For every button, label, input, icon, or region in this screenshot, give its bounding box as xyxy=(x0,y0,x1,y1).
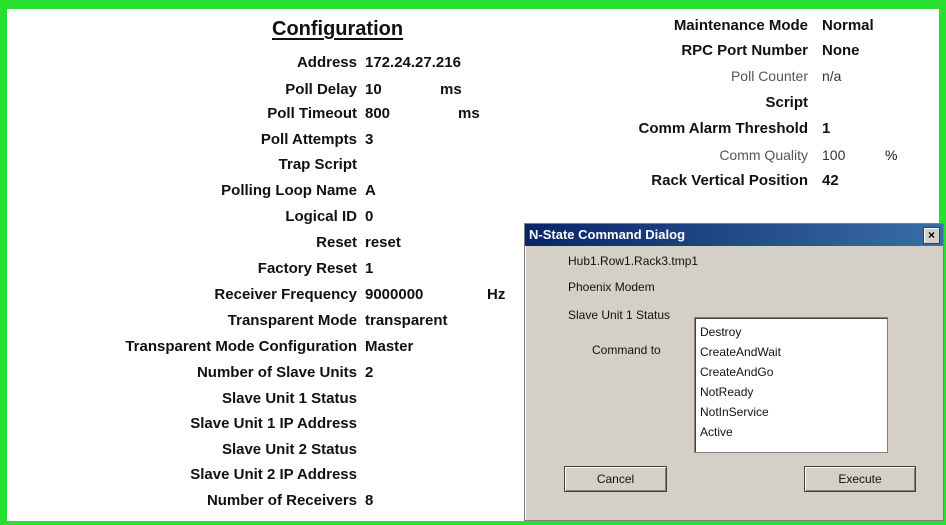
close-icon[interactable]: × xyxy=(923,227,940,244)
field-slave-unit-1-ip: Slave Unit 1 IP Address xyxy=(0,413,470,434)
field-value: Normal xyxy=(822,17,874,34)
field-transparent-mode-configuration: Transparent Mode Configuration Master xyxy=(0,336,470,357)
field-label: Script xyxy=(765,94,808,111)
field-poll-counter: Poll Counter n/a xyxy=(0,66,900,87)
list-item[interactable]: CreateAndGo xyxy=(700,362,887,382)
field-value: 8 xyxy=(365,492,374,509)
field-label: Number of Receivers xyxy=(206,492,357,509)
field-label: Poll Counter xyxy=(730,68,808,84)
field-slave-unit-2-ip: Slave Unit 2 IP Address xyxy=(0,464,470,485)
field-label: Receiver Frequency xyxy=(214,286,357,303)
list-item[interactable]: Destroy xyxy=(700,322,887,342)
field-logical-id: Logical ID 0 xyxy=(0,206,470,227)
field-label: Comm Quality xyxy=(719,147,808,163)
field-label: Factory Reset xyxy=(257,260,357,277)
field-value: 9000000 xyxy=(365,286,424,303)
list-item[interactable]: CreateAndWait xyxy=(700,342,887,362)
field-rpc-port-number: RPC Port Number None xyxy=(0,40,900,61)
field-reset: Reset reset xyxy=(0,232,470,253)
field-value: reset xyxy=(365,234,401,251)
field-value: None xyxy=(822,42,860,59)
field-value: 1 xyxy=(365,260,374,277)
execute-button[interactable]: Execute xyxy=(804,466,916,492)
command-to-label: Command to xyxy=(592,343,661,357)
dialog-attribute: Slave Unit 1 Status xyxy=(568,308,671,322)
field-value: 2 xyxy=(365,364,374,381)
dialog-titlebar[interactable]: N-State Command Dialog × xyxy=(525,224,943,246)
field-label: RPC Port Number xyxy=(681,42,808,59)
field-rack-vertical-position: Rack Vertical Position 42 xyxy=(0,170,900,191)
dialog-device: Phoenix Modem xyxy=(568,280,655,294)
field-label: Slave Unit 2 IP Address xyxy=(190,466,357,483)
field-receiver-frequency: Receiver Frequency 9000000 Hz xyxy=(0,284,520,305)
field-unit: Hz xyxy=(487,286,506,303)
field-label: Slave Unit 1 IP Address xyxy=(190,415,357,432)
field-label: Rack Vertical Position xyxy=(651,172,808,189)
field-comm-alarm-threshold: Comm Alarm Threshold 1 xyxy=(0,118,900,139)
field-slave-unit-1-status: Slave Unit 1 Status xyxy=(0,388,470,409)
list-item[interactable]: NotInService xyxy=(700,402,887,422)
field-unit: % xyxy=(885,147,898,163)
field-label: Number of Slave Units xyxy=(196,364,357,381)
field-label: Slave Unit 2 Status xyxy=(221,441,357,458)
field-label: Logical ID xyxy=(285,208,357,225)
field-value: 0 xyxy=(365,208,374,225)
field-value: 1 xyxy=(822,120,831,137)
field-value: Master xyxy=(365,338,414,355)
command-listbox[interactable]: Destroy CreateAndWait CreateAndGo NotRea… xyxy=(694,317,888,453)
field-label: Transparent Mode Configuration xyxy=(125,338,357,355)
field-comm-quality: Comm Quality 100 % xyxy=(0,145,900,166)
field-factory-reset: Factory Reset 1 xyxy=(0,258,470,279)
dialog-path: Hub1.Row1.Rack3.tmp1 xyxy=(568,254,699,268)
field-value: n/a xyxy=(822,68,842,84)
field-maintenance-mode: Maintenance Mode Normal xyxy=(0,15,900,36)
field-label: Transparent Mode xyxy=(227,312,357,329)
list-item[interactable]: NotReady xyxy=(700,382,887,402)
field-label: Comm Alarm Threshold xyxy=(638,120,808,137)
field-label: Reset xyxy=(316,234,357,251)
field-label: Maintenance Mode xyxy=(673,17,808,34)
field-number-of-receivers: Number of Receivers 8 xyxy=(0,490,470,511)
field-value: transparent xyxy=(365,312,448,329)
list-item[interactable]: Active xyxy=(700,422,887,442)
field-slave-unit-2-status: Slave Unit 2 Status xyxy=(0,439,470,460)
field-value: 100 xyxy=(822,147,846,163)
field-transparent-mode: Transparent Mode transparent xyxy=(0,310,470,331)
field-value: 42 xyxy=(822,172,839,189)
field-number-of-slave-units: Number of Slave Units 2 xyxy=(0,362,470,383)
field-label: Slave Unit 1 Status xyxy=(221,390,357,407)
field-script: Script xyxy=(0,92,900,113)
cancel-button[interactable]: Cancel xyxy=(564,466,667,492)
dialog-title: N-State Command Dialog xyxy=(529,227,686,242)
